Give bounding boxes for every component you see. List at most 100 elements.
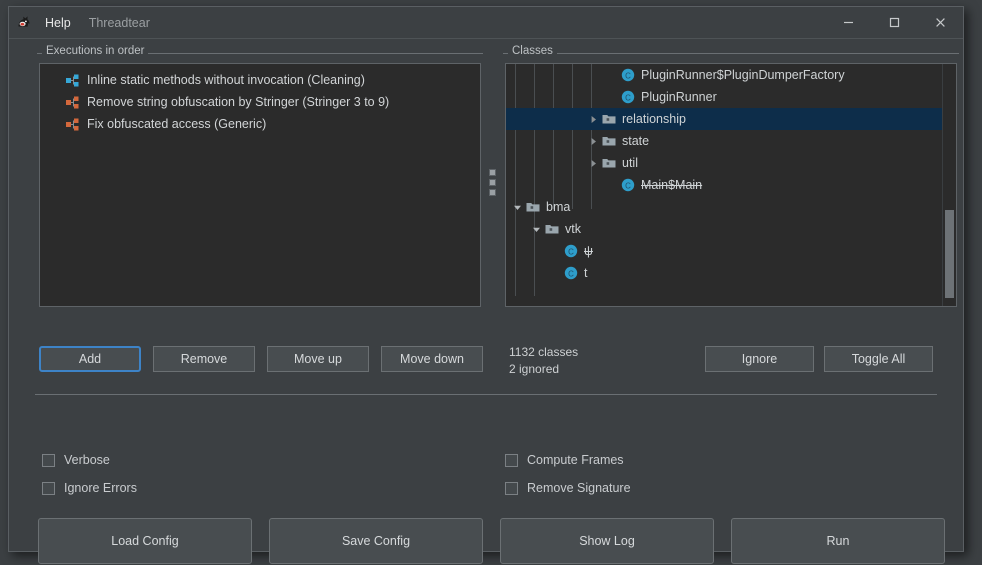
menu-item-threadtear[interactable]: Threadtear bbox=[87, 14, 152, 32]
threadtear-logo-icon bbox=[15, 14, 33, 32]
tree-row[interactable]: vtk bbox=[506, 218, 943, 240]
folder-icon bbox=[545, 222, 559, 236]
title-bar: Help Threadtear bbox=[9, 7, 963, 39]
tree-row-label: PluginRunner$PluginDumperFactory bbox=[641, 68, 845, 82]
executions-group: Executions in order Inline static method… bbox=[37, 53, 483, 311]
main-content: Executions in order Inline static method… bbox=[9, 39, 963, 551]
close-icon[interactable] bbox=[917, 7, 963, 38]
window-controls bbox=[825, 7, 963, 38]
tree-row-label: PluginRunner bbox=[641, 90, 717, 104]
classes-total-count: 1132 classes bbox=[509, 344, 578, 361]
action-button-row: Load Config Save Config Show Log Run bbox=[38, 518, 945, 564]
classes-tree[interactable]: C PluginRunner$PluginDumperFactory C Plugin… bbox=[506, 64, 943, 306]
minimize-icon[interactable] bbox=[825, 7, 871, 38]
tree-row-label: relationship bbox=[622, 112, 686, 126]
tree-row[interactable]: util bbox=[506, 152, 943, 174]
action-save-config-button[interactable]: Save Config bbox=[269, 518, 483, 564]
class-icon: C bbox=[564, 244, 578, 258]
classes-ignored-count: 2 ignored bbox=[509, 361, 578, 378]
executions-move-down-button[interactable]: Move down bbox=[381, 346, 483, 372]
tree-row[interactable]: C Main$Main bbox=[506, 174, 943, 196]
checkbox-compute-frames-label: Compute Frames bbox=[527, 453, 624, 467]
pane-splitter[interactable] bbox=[485, 53, 499, 311]
tree-row-label: bma bbox=[546, 200, 570, 214]
svg-text:C: C bbox=[625, 181, 631, 190]
executions-list[interactable]: Inline static methods without invocation… bbox=[39, 63, 481, 307]
chevron-right-icon[interactable] bbox=[588, 136, 599, 147]
classes-footer: 1132 classes 2 ignored Ignore Toggle All bbox=[505, 344, 933, 376]
options-section: Verbose Ignore Errors Compute Frames Rem… bbox=[9, 443, 963, 505]
checkbox-ignore-errors[interactable]: Ignore Errors bbox=[42, 481, 137, 495]
classes-button-row: Ignore Toggle All bbox=[705, 346, 933, 372]
tree-row[interactable]: Cψ bbox=[506, 240, 943, 262]
classes-stats: 1132 classes 2 ignored bbox=[509, 344, 578, 378]
section-divider bbox=[35, 394, 937, 395]
executions-group-title: Executions in order bbox=[42, 45, 148, 57]
checkbox-ignore-errors-label: Ignore Errors bbox=[64, 481, 137, 495]
classes-group: Classes CPluginRunner$PluginDumperFactor… bbox=[503, 53, 959, 311]
chevron-right-icon[interactable] bbox=[588, 158, 599, 169]
folder-icon bbox=[526, 200, 540, 214]
execution-row-label: Remove string obfuscation by Stringer (S… bbox=[87, 95, 389, 109]
checkbox-verbose-box[interactable] bbox=[42, 454, 55, 467]
tree-row[interactable]: bma bbox=[506, 196, 943, 218]
checkbox-compute-frames-box[interactable] bbox=[505, 454, 518, 467]
chevron-right-icon[interactable] bbox=[588, 114, 599, 125]
executions-add-button[interactable]: Add bbox=[39, 346, 141, 372]
execution-module-icon bbox=[66, 118, 79, 131]
checkbox-compute-frames[interactable]: Compute Frames bbox=[505, 453, 624, 467]
svg-text:C: C bbox=[568, 269, 574, 278]
chevron-down-icon[interactable] bbox=[512, 202, 523, 213]
maximize-icon[interactable] bbox=[871, 7, 917, 38]
tree-row-label: Main$Main bbox=[641, 178, 702, 192]
top-panes: Executions in order Inline static method… bbox=[9, 39, 963, 332]
tree-row-label: vtk bbox=[565, 222, 581, 236]
classes-ignore-button[interactable]: Ignore bbox=[705, 346, 814, 372]
folder-icon bbox=[602, 156, 616, 170]
screenshot-root: Help Threadtear Exec bbox=[0, 0, 982, 565]
checkbox-verbose-label: Verbose bbox=[64, 453, 110, 467]
execution-row[interactable]: Fix obfuscated access (Generic) bbox=[40, 113, 480, 135]
checkbox-remove-signature[interactable]: Remove Signature bbox=[505, 481, 631, 495]
action-load-config-button[interactable]: Load Config bbox=[38, 518, 252, 564]
execution-row[interactable]: Remove string obfuscation by Stringer (S… bbox=[40, 91, 480, 113]
tree-row-label: ψ bbox=[584, 244, 593, 258]
checkbox-ignore-errors-box[interactable] bbox=[42, 482, 55, 495]
executions-button-row: Add Remove Move up Move down bbox=[39, 346, 483, 372]
executions-move-up-button[interactable]: Move up bbox=[267, 346, 369, 372]
checkbox-remove-signature-box[interactable] bbox=[505, 482, 518, 495]
folder-icon bbox=[602, 134, 616, 148]
classes-toggle-all-button[interactable]: Toggle All bbox=[824, 346, 933, 372]
tree-row[interactable]: C PluginRunner bbox=[506, 86, 943, 108]
action-run-button[interactable]: Run bbox=[731, 518, 945, 564]
chevron-down-icon[interactable] bbox=[531, 224, 542, 235]
classes-tree-scrollbar[interactable] bbox=[942, 64, 956, 306]
tree-row[interactable]: Ct bbox=[506, 262, 943, 284]
class-icon: C bbox=[621, 90, 635, 104]
execution-row-label: Inline static methods without invocation… bbox=[87, 73, 365, 87]
class-icon: C bbox=[621, 178, 635, 192]
executions-remove-button[interactable]: Remove bbox=[153, 346, 255, 372]
checkbox-verbose[interactable]: Verbose bbox=[42, 453, 110, 467]
action-show-log-button[interactable]: Show Log bbox=[500, 518, 714, 564]
menu-bar[interactable]: Help Threadtear bbox=[43, 14, 152, 32]
execution-module-icon bbox=[66, 74, 79, 87]
classes-group-title: Classes bbox=[508, 45, 557, 57]
class-icon: C bbox=[621, 68, 635, 82]
tree-row[interactable]: relationship bbox=[506, 108, 943, 130]
checkbox-remove-signature-label: Remove Signature bbox=[527, 481, 631, 495]
application-window: Help Threadtear Exec bbox=[8, 6, 964, 552]
svg-text:C: C bbox=[625, 71, 631, 80]
tree-row-label: state bbox=[622, 134, 649, 148]
tree-row[interactable]: C PluginRunner$PluginDumperFactory bbox=[506, 64, 943, 86]
class-icon: C bbox=[564, 266, 578, 280]
splitter-grip-icon bbox=[489, 169, 496, 196]
menu-item-help[interactable]: Help bbox=[43, 14, 73, 32]
classes-tree-panel[interactable]: C PluginRunner$PluginDumperFactory C Plugin… bbox=[505, 63, 957, 307]
execution-row[interactable]: Inline static methods without invocation… bbox=[40, 69, 480, 91]
svg-text:C: C bbox=[568, 247, 574, 256]
tree-row-label: util bbox=[622, 156, 638, 170]
classes-tree-scroll-thumb[interactable] bbox=[945, 210, 954, 298]
tree-row[interactable]: state bbox=[506, 130, 943, 152]
execution-row-label: Fix obfuscated access (Generic) bbox=[87, 117, 266, 131]
